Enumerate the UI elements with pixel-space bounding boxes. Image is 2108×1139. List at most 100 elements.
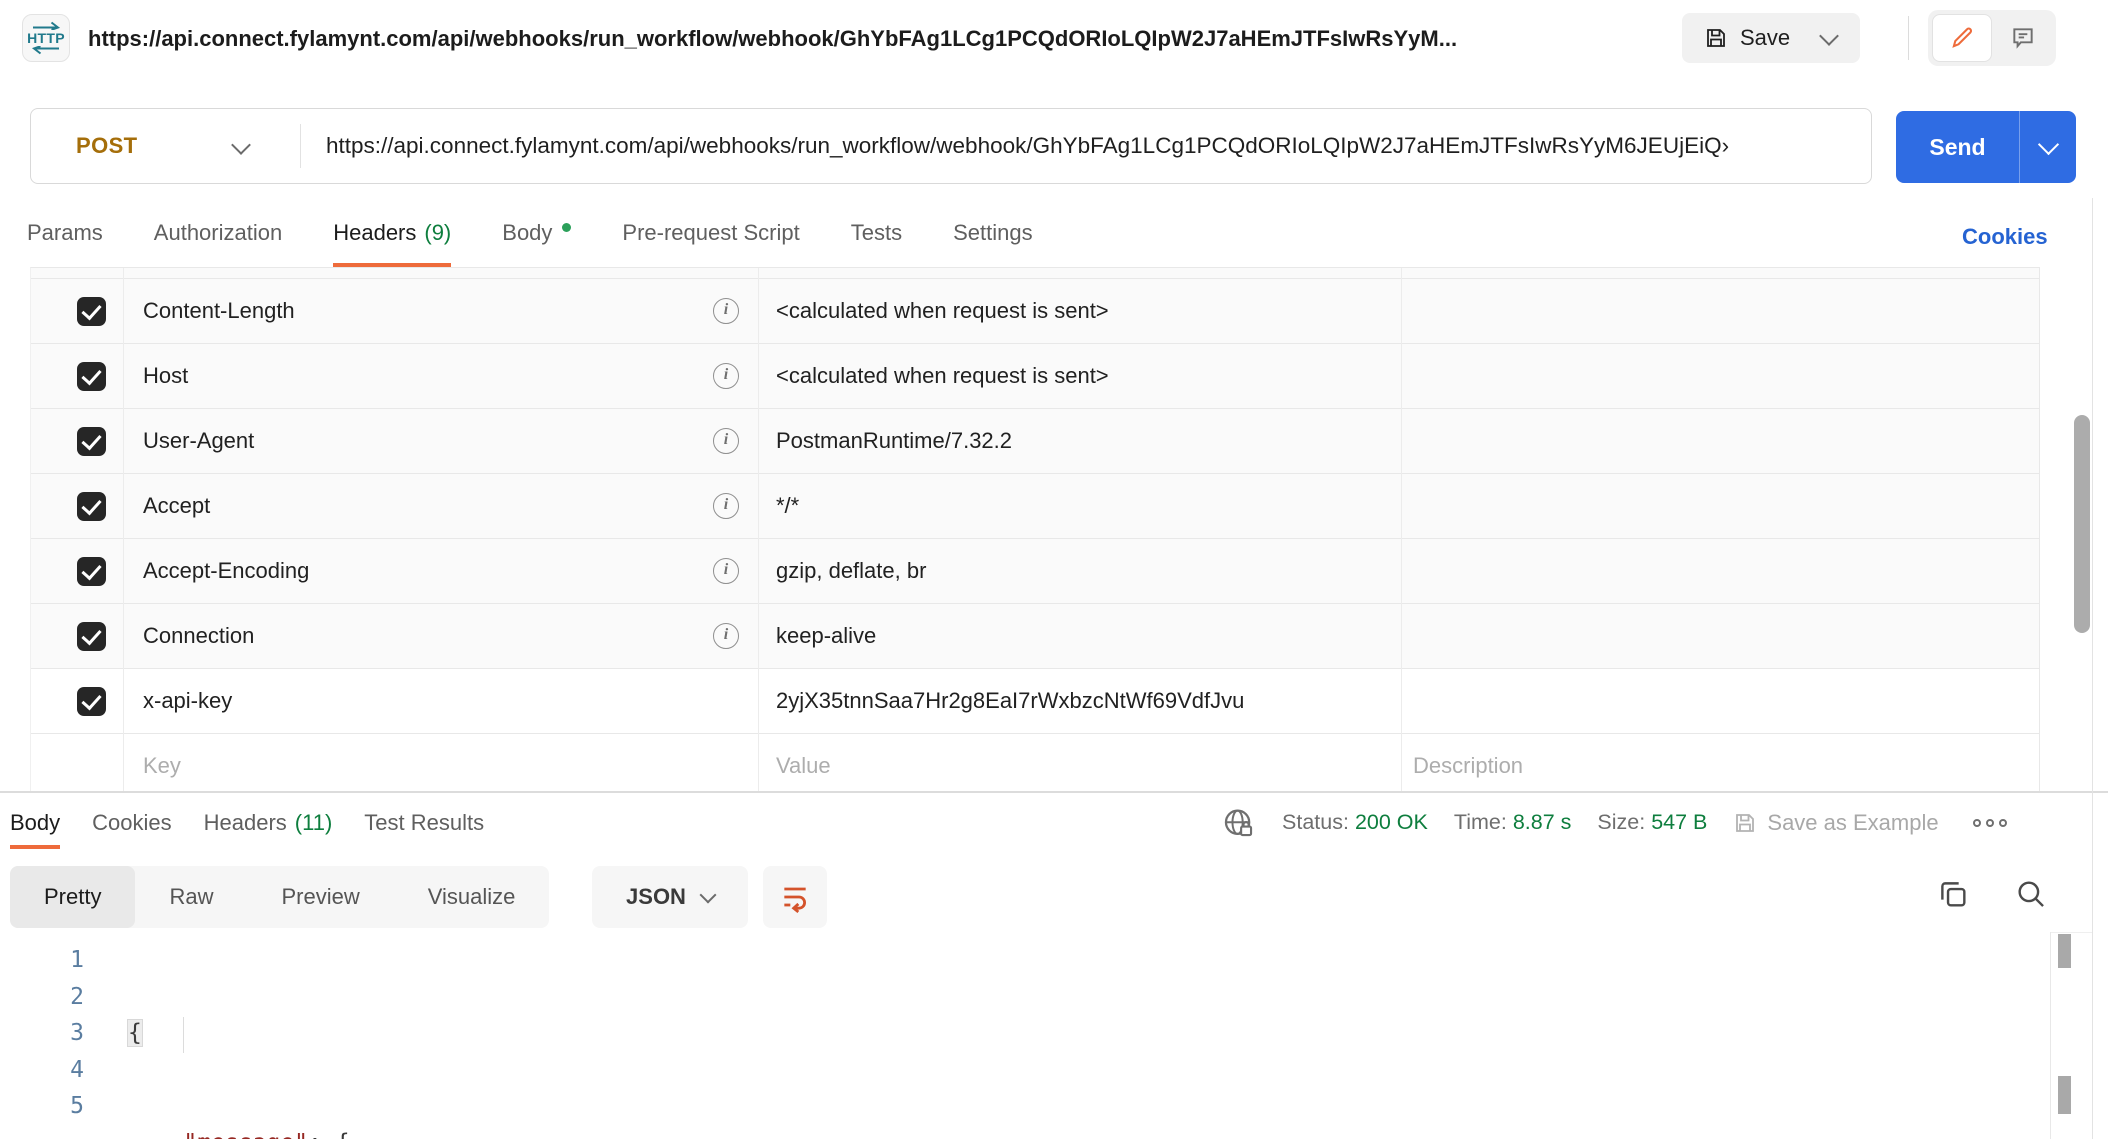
method-url-divider [300, 124, 301, 168]
header-key[interactable]: User-Agent [143, 428, 254, 454]
table-row: Accept i */* [31, 474, 2039, 539]
view-tab-preview[interactable]: Preview [247, 866, 393, 928]
request-tab-bar: Params Authorization Headers (9) Body Pr… [0, 198, 1033, 267]
info-icon: i [713, 363, 739, 389]
status-badge: Status:200 OK [1282, 810, 1428, 835]
copy-response-button[interactable] [1930, 876, 1976, 912]
header-value[interactable]: PostmanRuntime/7.32.2 [776, 428, 1012, 454]
code-line-numbers: 1 2 3 4 5 [0, 942, 84, 1125]
header-key[interactable]: Accept [143, 493, 210, 519]
send-button-group: Send [1896, 111, 2076, 183]
size-value: 547 B [1651, 810, 1707, 834]
response-tab-headers-label: Headers [204, 810, 287, 836]
tab-params[interactable]: Params [27, 198, 103, 267]
request-title: https://api.connect.fylamynt.com/api/web… [88, 26, 1457, 52]
view-tab-raw[interactable]: Raw [135, 866, 247, 928]
method-chevron-down-icon[interactable] [234, 138, 248, 157]
headers-table: Content-Length i <calculated when reques… [30, 267, 2040, 792]
status-label: Status: [1282, 810, 1349, 834]
table-row: Accept-Encoding i gzip, deflate, br [31, 539, 2039, 604]
table-row: Connection i keep-alive [31, 604, 2039, 669]
http-request-type-icon: HTTP [22, 14, 70, 62]
indent-guide [183, 1017, 184, 1053]
line-number: 3 [0, 1015, 84, 1052]
indent [128, 1130, 183, 1139]
new-header-value-input[interactable]: Value [776, 753, 831, 779]
url-input[interactable]: https://api.connect.fylamynt.com/api/web… [326, 133, 1861, 159]
new-header-key-input[interactable]: Key [143, 753, 181, 779]
header-enabled-checkbox[interactable] [77, 492, 106, 521]
save-floppy-icon [1733, 811, 1757, 835]
header-value[interactable]: <calculated when request is sent> [776, 363, 1109, 389]
header-enabled-checkbox[interactable] [77, 557, 106, 586]
tab-body[interactable]: Body [502, 198, 571, 267]
header-value[interactable]: 2yjX35tnnSaa7Hr2g8EaI7rWxbzcNtWf69VdfJvu [776, 688, 1244, 714]
format-dropdown[interactable]: JSON [592, 866, 748, 928]
response-body-editor[interactable]: { "message": { "execution_id": "0122670e… [128, 942, 987, 1139]
header-value[interactable]: gzip, deflate, br [776, 558, 926, 584]
header-key[interactable]: Connection [143, 623, 254, 649]
response-meta-bar: Status:200 OK Time:8.87 s Size:547 B Sav… [1222, 796, 2007, 849]
tab-tests[interactable]: Tests [851, 198, 902, 267]
topbar-divider [1908, 16, 1909, 60]
header-value[interactable]: <calculated when request is sent> [776, 298, 1109, 324]
tab-headers[interactable]: Headers (9) [333, 198, 451, 267]
send-options-chevron-button[interactable] [2020, 111, 2076, 183]
response-tab-cookies[interactable]: Cookies [92, 796, 171, 849]
save-as-example-button[interactable]: Save as Example [1733, 810, 1938, 836]
header-enabled-checkbox[interactable] [77, 427, 106, 456]
response-tab-body-label: Body [10, 810, 60, 836]
wrap-text-button[interactable] [763, 866, 827, 928]
header-key[interactable]: Host [143, 363, 188, 389]
response-tab-body[interactable]: Body [10, 796, 60, 849]
header-value[interactable]: */* [776, 493, 799, 519]
header-key[interactable]: x-api-key [143, 688, 232, 714]
headers-count-badge: (9) [424, 220, 451, 246]
info-icon: i [713, 558, 739, 584]
send-button[interactable]: Send [1896, 111, 2019, 183]
code-scrollbar-thumb[interactable] [2058, 934, 2071, 968]
table-row: x-api-key 2yjX35tnnSaa7Hr2g8EaI7rWxbzcNt… [31, 669, 2039, 734]
response-tab-test-results[interactable]: Test Results [364, 796, 484, 849]
header-value[interactable]: keep-alive [776, 623, 876, 649]
header-enabled-checkbox[interactable] [77, 297, 106, 326]
header-enabled-checkbox[interactable] [77, 687, 106, 716]
postman-request-window: HTTP https://api.connect.fylamynt.com/ap… [0, 0, 2108, 1139]
new-header-description-input[interactable]: Description [1413, 753, 1523, 779]
header-enabled-checkbox[interactable] [77, 622, 106, 651]
save-button[interactable]: Save [1682, 13, 1798, 63]
code-scrollbar-thumb[interactable] [2058, 1076, 2071, 1114]
response-tab-headers[interactable]: Headers (11) [204, 796, 333, 849]
copy-icon [1936, 877, 1970, 911]
headers-pane-scrollbar[interactable] [2074, 415, 2090, 633]
table-row: Content-Length i <calculated when reques… [31, 279, 2039, 344]
header-enabled-checkbox[interactable] [77, 362, 106, 391]
edit-mode-button[interactable] [1932, 14, 1992, 62]
save-floppy-icon [1704, 26, 1728, 50]
cookies-link[interactable]: Cookies [1962, 224, 2048, 250]
code-line: { [128, 1015, 987, 1052]
comments-button[interactable] [1994, 14, 2052, 62]
status-value: 200 OK [1355, 810, 1428, 834]
line-number: 1 [0, 942, 84, 979]
more-actions-icon[interactable] [1973, 819, 2007, 827]
view-tab-pretty[interactable]: Pretty [10, 866, 135, 928]
tab-settings[interactable]: Settings [953, 198, 1033, 267]
tab-params-label: Params [27, 220, 103, 246]
method-selector[interactable]: POST [76, 133, 138, 159]
header-key[interactable]: Accept-Encoding [143, 558, 309, 584]
save-options-chevron-button[interactable] [1798, 13, 1860, 63]
request-url-bar: POST https://api.connect.fylamynt.com/ap… [30, 108, 1872, 184]
search-icon [2014, 877, 2048, 911]
line-number: 4 [0, 1052, 84, 1089]
search-response-button[interactable] [2008, 876, 2054, 912]
info-icon: i [713, 298, 739, 324]
time-label: Time: [1454, 810, 1507, 834]
request-response-divider[interactable] [0, 791, 2108, 793]
view-tab-visualize[interactable]: Visualize [394, 866, 550, 928]
json-key: "message" [183, 1130, 308, 1139]
network-globe-lock-icon[interactable] [1222, 806, 1256, 840]
tab-authorization[interactable]: Authorization [154, 198, 282, 267]
tab-pre-request-script[interactable]: Pre-request Script [622, 198, 799, 267]
header-key[interactable]: Content-Length [143, 298, 295, 324]
